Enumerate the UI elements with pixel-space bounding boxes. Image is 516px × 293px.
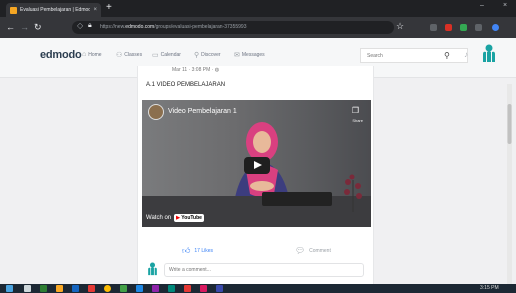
share-icon[interactable]: ❐ [352, 106, 359, 115]
profile-icon[interactable] [492, 24, 499, 31]
notification-bell-icon[interactable]: ♪ [464, 50, 468, 59]
home-icon: ⌂ [82, 51, 87, 58]
yt-play-glyph: ▶ [176, 215, 180, 221]
app-taskbar-icon[interactable] [184, 285, 191, 292]
app-taskbar-icon[interactable] [72, 285, 79, 292]
forward-icon[interactable]: → [20, 21, 29, 33]
watch-on-youtube-link[interactable]: Watch on ▶ YouTube [146, 214, 204, 222]
share-label[interactable]: Share [352, 118, 363, 123]
app-taskbar-icon[interactable] [88, 285, 95, 292]
app-taskbar-icon[interactable] [168, 285, 175, 292]
app-taskbar-icon[interactable] [200, 285, 207, 292]
edmodo-favicon-icon [10, 6, 17, 14]
search-taskbar-icon[interactable] [24, 285, 31, 292]
shield-icon[interactable]: ◇ [77, 21, 83, 30]
folder-icon[interactable] [56, 285, 63, 292]
app-taskbar-icon[interactable] [120, 285, 127, 292]
start-icon[interactable] [6, 285, 13, 292]
desk [142, 196, 371, 227]
reload-icon[interactable]: ↻ [34, 21, 42, 33]
nav-home[interactable]: ⌂ Home [82, 51, 102, 58]
globe-icon: ◍ [214, 67, 220, 73]
messages-icon: ✉ [234, 52, 240, 59]
youtube-logo-icon: ▶ YouTube [174, 214, 204, 222]
minimize-button[interactable]: – [480, 2, 484, 9]
user-avatar[interactable] [480, 44, 498, 63]
laptop [262, 192, 332, 206]
edmodo-logo[interactable]: edmodo [40, 49, 82, 61]
post-timestamp: Mar 11 · 3:08 PM · ◍ [172, 67, 220, 73]
page-scrollbar[interactable] [507, 84, 512, 284]
extension-icon[interactable] [475, 24, 482, 31]
discover-icon: ⚲ [194, 52, 200, 59]
comment-button[interactable]: 💬︎ Comment [295, 246, 331, 255]
os-taskbar: 3:15 PM [0, 284, 516, 293]
tab-title: Evaluasi Pembelajaran | Edmodo [20, 7, 91, 13]
channel-avatar[interactable] [148, 104, 164, 120]
chrome-icon[interactable] [104, 285, 111, 292]
back-icon[interactable]: ← [6, 21, 15, 33]
calendar-icon: ▭ [152, 52, 159, 59]
browser-toolbar: ← → ↻ ◇ 🔒︎ https://new.edmodo.com/groups… [0, 17, 516, 38]
extension-icon[interactable] [445, 24, 452, 31]
nav-classes[interactable]: ⚇ Classes [116, 51, 142, 59]
comment-bubble-icon: 💬︎ [295, 246, 306, 255]
search-icon[interactable]: ⚲ [444, 51, 450, 60]
thumbs-up-icon: 👍︎ [182, 246, 191, 255]
comment-input[interactable] [164, 263, 364, 277]
search-input[interactable] [360, 48, 468, 63]
nav-messages[interactable]: ✉ Messages [234, 51, 265, 59]
nav-calendar[interactable]: ▭ Calendar [152, 51, 181, 59]
classes-icon: ⚇ [116, 52, 123, 59]
commenter-avatar [148, 262, 157, 276]
new-tab-button[interactable]: + [106, 2, 112, 14]
close-window-button[interactable]: × [503, 2, 507, 9]
app-taskbar-icon[interactable] [136, 285, 143, 292]
post-text: A.1 VIDEO PEMBELAJARAN [146, 82, 226, 88]
play-button[interactable] [244, 157, 270, 174]
browser-tab-strip: Evaluasi Pembelajaran | Edmodo × + – × [0, 0, 516, 17]
lock-icon[interactable]: 🔒︎ [88, 22, 92, 30]
browser-tab[interactable]: Evaluasi Pembelajaran | Edmodo × [6, 3, 101, 17]
tab-close-icon[interactable]: × [93, 7, 97, 13]
extension-icon[interactable] [430, 24, 437, 31]
like-button[interactable]: 👍︎ 17 Likes [182, 246, 213, 256]
extension-icon[interactable] [460, 24, 467, 31]
bookmark-star-icon[interactable]: ☆ [396, 21, 404, 32]
plant-decoration [344, 174, 362, 212]
url-text[interactable]: https://new.edmodo.com/groups/evaluasi-p… [100, 24, 247, 30]
app-taskbar-icon[interactable] [216, 285, 223, 292]
clock[interactable]: 3:15 PM [480, 285, 499, 291]
app-taskbar-icon[interactable] [40, 285, 47, 292]
video-title[interactable]: Video Pembelajaran 1 [168, 108, 237, 115]
app-taskbar-icon[interactable] [152, 285, 159, 292]
youtube-video-embed[interactable]: Video Pembelajaran 1 ❐ Share Watch on ▶ … [142, 100, 371, 227]
nav-discover[interactable]: ⚲ Discover [194, 51, 221, 59]
